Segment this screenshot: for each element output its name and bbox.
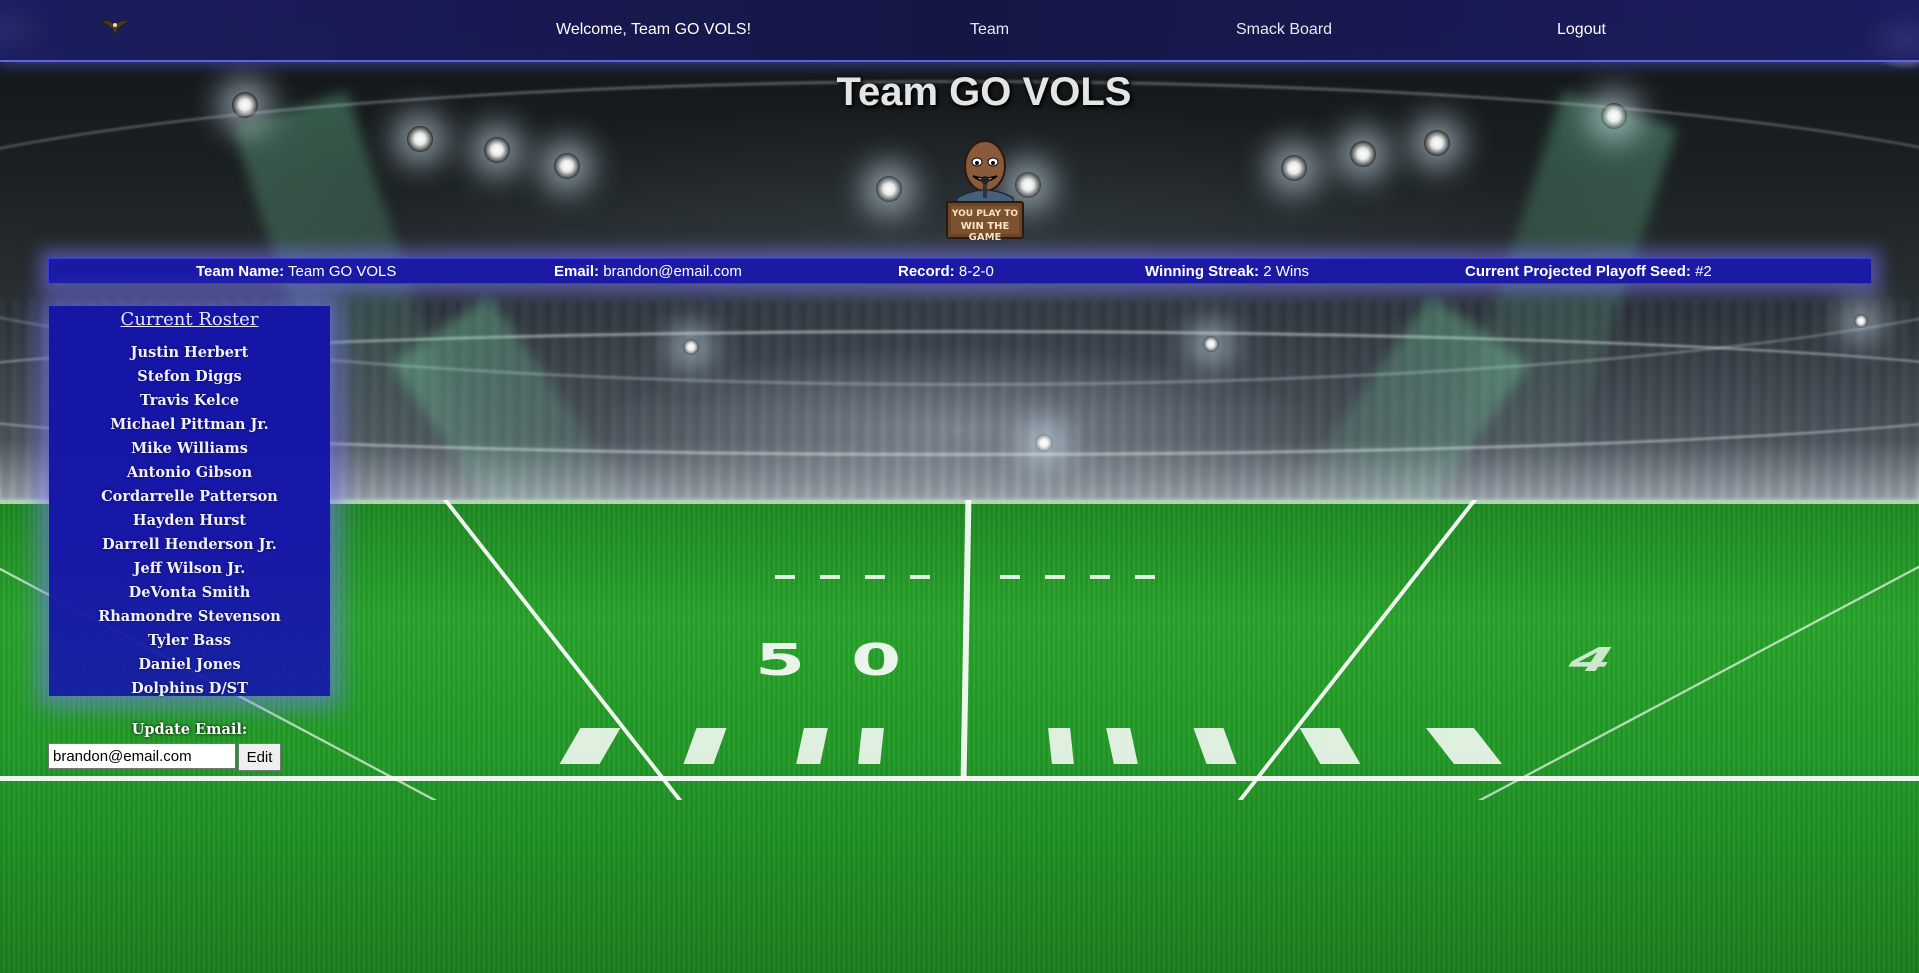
roster-player: Mike Williams (131, 440, 248, 457)
yard-line (442, 500, 683, 800)
field-number-tick (1425, 728, 1503, 764)
email-info: Email: brandon@email.com (554, 263, 742, 280)
nav-logout-link[interactable]: Logout (1557, 21, 1606, 39)
nav-welcome: Welcome, Team GO VOLS! (556, 21, 752, 38)
stadium-light (407, 126, 433, 152)
hash-mark (820, 575, 840, 579)
email-value: brandon@email.com (603, 263, 742, 280)
page: 50 4 Welcome, Team GO VOLS! Team Smack B… (0, 0, 1919, 973)
playoff-seed-info: Current Projected Playoff Seed: #2 (1465, 263, 1712, 280)
stadium-light (683, 339, 699, 355)
roster-player: Stefon Diggs (137, 368, 242, 385)
field-number-tick (1048, 728, 1074, 764)
field-number-tick (559, 728, 621, 764)
field-number-50: 50 (755, 634, 948, 686)
roster-player: Dolphins D/ST (131, 680, 248, 697)
hash-mark (1045, 575, 1065, 579)
current-roster-panel: Current Roster Justin Herbert Stefon Dig… (49, 306, 330, 697)
team-name-label: Team Name: (196, 263, 285, 280)
winning-streak-info: Winning Streak: 2 Wins (1145, 263, 1309, 280)
roster-list: Justin Herbert Stefon Diggs Travis Kelce… (49, 341, 330, 701)
stadium-light (554, 153, 580, 179)
roster-player: Cordarrelle Patterson (101, 488, 278, 505)
field-number-tick (858, 728, 884, 764)
team-info-bar: Team Name: Team GO VOLS Email: brandon@e… (48, 258, 1872, 284)
roster-player: Darrell Henderson Jr. (102, 536, 277, 553)
hash-mark (1135, 575, 1155, 579)
field-number-40: 4 (1557, 640, 1625, 680)
playoff-seed-value: #2 (1695, 263, 1712, 280)
stadium-light (1035, 434, 1053, 452)
edit-email-button[interactable]: Edit (238, 743, 281, 771)
eagle-logo-icon[interactable] (99, 16, 131, 38)
roster-player: Hayden Hurst (132, 512, 247, 529)
stadium-light (876, 176, 902, 202)
record-info: Record: 8-2-0 (898, 263, 994, 280)
playoff-seed-label: Current Projected Playoff Seed: (1465, 263, 1691, 280)
roster-player: Justin Herbert (130, 344, 249, 361)
field-number-tick (796, 728, 828, 764)
stadium-light (1854, 314, 1868, 328)
stadium-light (1424, 130, 1450, 156)
hash-mark (865, 575, 885, 579)
stadium-light (1350, 141, 1376, 167)
field-number-tick (1299, 728, 1361, 764)
roster-player: Daniel Jones (138, 656, 241, 673)
roster-player: Antonio Gibson (126, 464, 253, 481)
roster-player: DeVonta Smith (128, 584, 251, 601)
update-email-label: Update Email: (131, 721, 248, 738)
team-name-info: Team Name: Team GO VOLS (196, 263, 396, 280)
top-navbar: Welcome, Team GO VOLS! Team Smack Board … (0, 0, 1919, 62)
record-label: Record: (898, 263, 955, 280)
yard-line (1477, 500, 1919, 800)
hash-mark (775, 575, 795, 579)
hash-mark (1090, 575, 1110, 579)
roster-player: Rhamondre Stevenson (98, 608, 281, 625)
stadium-light (1203, 336, 1219, 352)
team-name-value: Team GO VOLS (288, 263, 397, 280)
stadium-light (484, 137, 510, 163)
roster-player: Travis Kelce (140, 392, 239, 409)
stadium-light (1281, 155, 1307, 181)
email-label: Email: (554, 263, 600, 280)
record-value: 8-2-0 (958, 263, 994, 280)
update-email-input[interactable] (48, 743, 236, 769)
roster-player: Michael Pittman Jr. (110, 416, 269, 433)
field-number-tick (1106, 728, 1138, 764)
mascot-sign-line1: YOU PLAY TO (951, 209, 1019, 219)
yard-line (1237, 500, 1478, 800)
mascot-sign-line2: WIN THE GAME (960, 221, 1010, 243)
winning-streak-label: Winning Streak: (1145, 263, 1260, 280)
hash-mark (1000, 575, 1020, 579)
hash-mark (910, 575, 930, 579)
page-title: Team GO VOLS (836, 70, 1132, 114)
winning-streak-value: 2 Wins (1263, 263, 1310, 280)
field-number-tick (683, 728, 727, 764)
nav-team-link[interactable]: Team (970, 21, 1009, 39)
field-number-tick (1193, 728, 1237, 764)
roster-player: Tyler Bass (147, 632, 232, 649)
roster-player: Jeff Wilson Jr. (133, 560, 246, 577)
mascot-image: YOU PLAY TO WIN THE GAME (935, 136, 1035, 243)
sideline (0, 776, 1919, 781)
nav-smack-board-link[interactable]: Smack Board (1236, 21, 1332, 39)
roster-title: Current Roster (120, 309, 259, 330)
fifty-yard-line (960, 500, 972, 780)
